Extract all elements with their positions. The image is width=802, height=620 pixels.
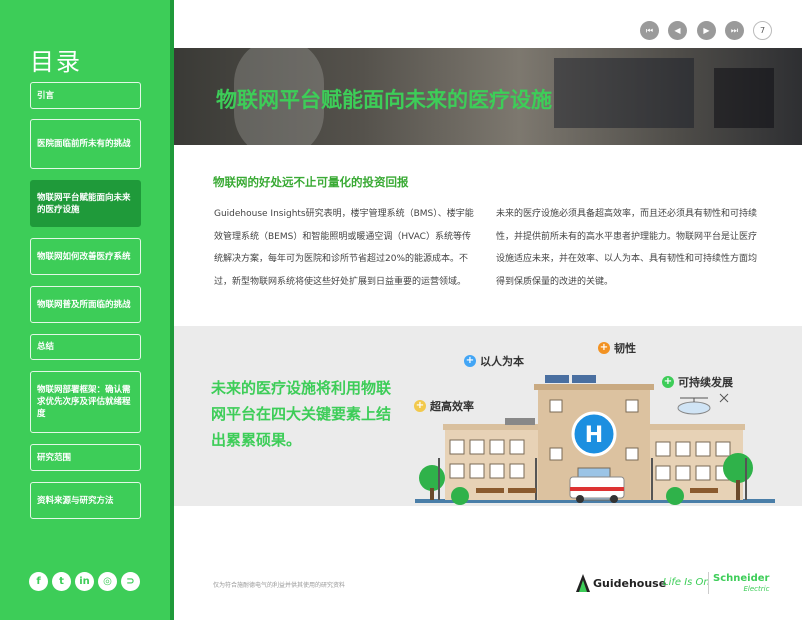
toc-item-methodology[interactable]: 资料来源与研究方法 [30,482,141,519]
social-links: f t in ◎ ⊃ [29,572,140,591]
toc-title: 目录 [30,48,82,76]
toc-item-challenges[interactable]: 医院面临前所未有的挑战 [30,119,141,169]
hero-photo-window [554,58,694,128]
toc-item-framework[interactable]: 物联网部署框架：确认需求优先次序及评估就绪程度 [30,371,141,433]
tag-label: 韧性 [614,342,636,355]
guidehouse-wordmark: Guidehouse [593,576,667,590]
tag-label: 以人为本 [480,355,524,368]
next-page-icon[interactable]: ▶ [697,21,716,40]
guidehouse-mark-icon [576,574,590,592]
logo-divider [708,572,709,594]
hero-banner: 物联网平台赋能面向未来的医疗设施 [174,48,802,145]
footnote: 仅为符合施耐德电气的利益并供其使用的研究资料 [213,582,346,589]
section-subheading: 物联网的好处远不止可量化的投资回报 [213,175,409,189]
life-is-on-logo: Life Is On [663,577,710,588]
toc-item-summary[interactable]: 总结 [30,334,141,360]
hospital-sign-letter: H [585,423,603,448]
tag-efficiency: + 超高效率 [414,398,474,414]
rss-icon[interactable]: ⊃ [121,572,140,591]
toc-item-adoption-challenges[interactable]: 物联网普及所面临的挑战 [30,286,141,323]
drone-icon [677,393,729,415]
tree-right [723,453,753,483]
plus-icon: + [598,342,610,354]
toc-item-intro[interactable]: 引言 [30,82,141,109]
facebook-icon[interactable]: f [29,572,48,591]
right-paragraph: 未来的医疗设施必须具备超高效率，而且还必须具有韧性和可持续性，并提供前所未有的高… [496,209,758,287]
page-title: 物联网平台赋能面向未来的医疗设施 [216,88,552,112]
plus-icon: + [464,355,476,367]
left-paragraph: Guidehouse Insights研究表明，楼宇管理系统（BMS）、楼宇能效… [214,209,474,287]
twitter-icon[interactable]: t [52,572,71,591]
tag-people-centric: + 以人为本 [464,353,524,369]
tag-sustainability: + 可持续发展 [662,374,733,390]
band-callout: 未来的医疗设施将利用物联网平台在四大关键要素上结出累累硕果。 [211,379,392,449]
guidehouse-logo: Guidehouse [576,574,666,592]
instagram-icon[interactable]: ◎ [98,572,117,591]
first-page-icon[interactable]: ⏮ [640,21,659,40]
toc-item-iot-platform[interactable]: 物联网平台赋能面向未来的医疗设施 [30,180,141,227]
electric-wordmark: Electric [743,585,770,593]
hero-photo-shadow [714,68,774,128]
tree-left [419,465,445,491]
schneider-wordmark: Schneider [713,573,770,584]
last-page-icon[interactable]: ⏭ [725,21,744,40]
tag-label: 可持续发展 [678,376,733,389]
toc-item-improve-system[interactable]: 物联网如何改善医疗系统 [30,238,141,275]
schneider-electric-logo: Schneider Electric [713,574,769,594]
tag-resilience: + 韧性 [598,340,636,356]
toc-item-scope[interactable]: 研究范围 [30,444,141,471]
tag-label: 超高效率 [430,400,474,413]
page-number: 7 [753,21,772,40]
linkedin-icon[interactable]: in [75,572,94,591]
plus-icon: + [662,376,674,388]
prev-page-icon[interactable]: ◀ [668,21,687,40]
plus-icon: + [414,400,426,412]
